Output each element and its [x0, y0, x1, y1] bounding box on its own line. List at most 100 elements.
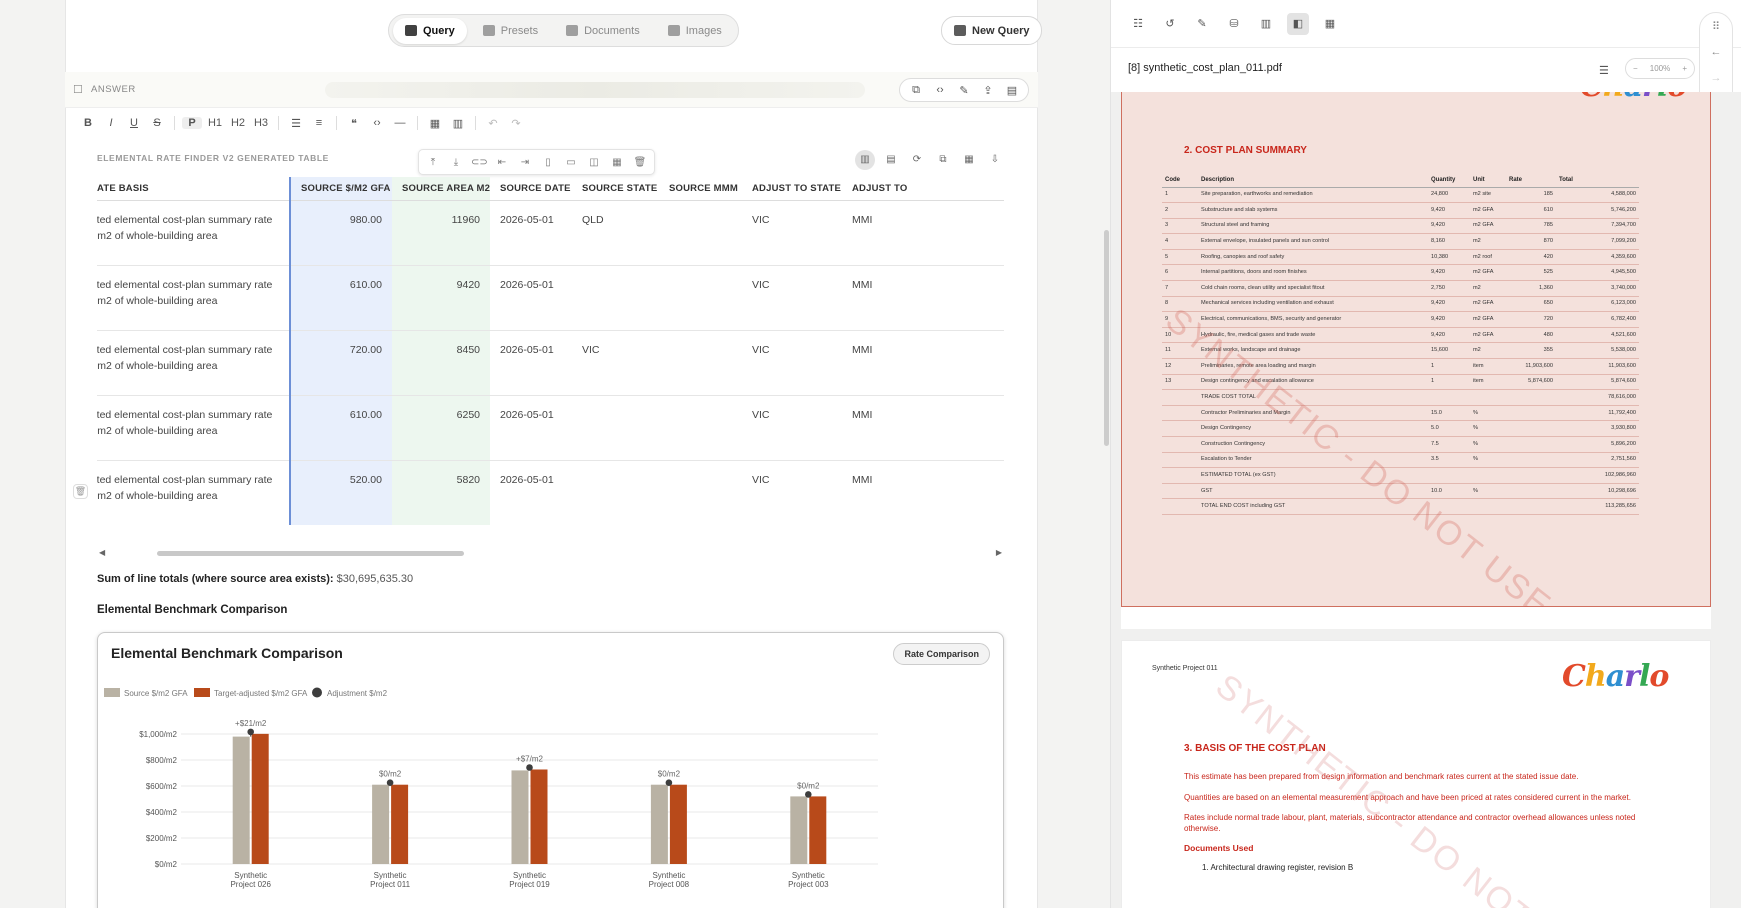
cell-adjust-to[interactable]: MMI — [842, 330, 1004, 396]
cell-source-area[interactable]: 9420 — [392, 265, 490, 331]
col-header-basis[interactable]: ATE BASIS — [97, 177, 290, 201]
undo-icon[interactable]: ↶ — [483, 117, 503, 130]
h3-button[interactable]: H3 — [251, 117, 271, 129]
link-icon[interactable]: ⊂⊃ — [471, 157, 488, 168]
cell-basis[interactable]: rinted elemental cost-plan summary rate e… — [97, 330, 290, 396]
cell-source-state[interactable] — [572, 265, 659, 331]
insert-row-below-icon[interactable]: ⤓ — [448, 157, 464, 168]
refresh-icon[interactable]: ⟳ — [907, 150, 927, 170]
h2-button[interactable]: H2 — [228, 117, 248, 129]
quote-icon[interactable]: ❝ — [344, 117, 364, 130]
col-header-source-date[interactable]: SOURCE DATE — [490, 177, 572, 201]
col-header-source-rate[interactable]: SOURCE $/M2 GFA — [289, 177, 392, 201]
cell-adjust-to[interactable]: MMI — [842, 200, 1004, 266]
insert-col-right-icon[interactable]: ⇥ — [517, 157, 533, 168]
cell-source-state[interactable]: VIC — [572, 330, 659, 396]
zoom-out-icon[interactable]: − — [1633, 64, 1638, 73]
delete-col-icon[interactable]: ▯ — [540, 157, 556, 168]
drag-handle-icon[interactable]: ⠿ — [1712, 20, 1720, 33]
cell-basis[interactable]: rinted elemental cost-plan summary rate e… — [97, 460, 290, 525]
redo-icon[interactable]: ↷ — [506, 117, 526, 130]
cell-source-area[interactable]: 6250 — [392, 395, 490, 461]
doc-icon[interactable]: ▤ — [1002, 84, 1022, 97]
scroll-right-icon[interactable]: ▶ — [996, 548, 1002, 557]
zoom-in-icon[interactable]: + — [1682, 64, 1687, 73]
table-icon[interactable]: ▦ — [425, 117, 445, 130]
duplicate-icon[interactable]: ⧉ — [933, 150, 953, 170]
export-icon[interactable]: ⇪ — [978, 84, 998, 97]
code-block-icon[interactable]: ‹› — [367, 117, 387, 129]
chart-icon[interactable]: ▥ — [448, 117, 468, 130]
sheet-icon[interactable]: ▤ — [881, 150, 901, 170]
edit-icon[interactable]: ✎ — [954, 84, 974, 97]
bar-chart-icon[interactable]: ▥ — [1255, 13, 1277, 35]
cell-source-date[interactable]: 2026-05-01 — [490, 395, 572, 461]
table-props-icon[interactable]: ▦ — [609, 157, 625, 168]
back-icon[interactable]: ← — [1711, 46, 1722, 58]
underline-button[interactable]: U — [124, 117, 144, 129]
cell-source-state[interactable] — [572, 460, 659, 525]
cell-source-mmm[interactable] — [659, 460, 742, 525]
cell-basis[interactable]: rinted elemental cost-plan summary rate e… — [97, 395, 290, 461]
cell-source-rate[interactable]: 610.00 — [289, 265, 392, 331]
bullet-list-icon[interactable]: ☰ — [286, 117, 306, 130]
cell-adjust-state[interactable]: VIC — [742, 200, 842, 266]
grid-icon[interactable]: ▦ — [959, 150, 979, 170]
history-icon[interactable]: ↺ — [1159, 13, 1181, 35]
cell-source-mmm[interactable] — [659, 395, 742, 461]
cell-source-date[interactable]: 2026-05-01 — [490, 330, 572, 396]
cell-source-state[interactable]: QLD — [572, 200, 659, 266]
copy-icon[interactable]: ⧉ — [906, 84, 926, 97]
col-header-adjust-to[interactable]: ADJUST TO — [842, 177, 1004, 201]
cell-source-date[interactable]: 2026-05-01 — [490, 265, 572, 331]
delete-table-icon[interactable]: 🗑 — [632, 157, 648, 168]
tab-query[interactable]: Query — [393, 17, 467, 44]
horizontal-rule-icon[interactable]: — — [390, 117, 410, 129]
cell-adjust-state[interactable]: VIC — [742, 460, 842, 525]
cell-source-date[interactable]: 2026-05-01 — [490, 460, 572, 525]
insert-col-left-icon[interactable]: ⇤ — [494, 157, 510, 168]
cell-basis[interactable]: rinted elemental cost-plan summary rate e… — [97, 265, 290, 331]
cell-source-area[interactable]: 11960 — [392, 200, 490, 266]
cell-source-rate[interactable]: 720.00 — [289, 330, 392, 396]
merge-cells-icon[interactable]: ▭ — [563, 157, 579, 168]
col-header-source-mmm[interactable]: SOURCE MMM — [659, 177, 742, 201]
download-icon[interactable]: ⇩ — [985, 150, 1005, 170]
strike-button[interactable]: S — [147, 117, 167, 129]
numbered-list-icon[interactable]: ≡ — [309, 117, 329, 129]
scroll-left-icon[interactable]: ◀ — [99, 548, 105, 557]
database-icon[interactable]: ⛁ — [1223, 13, 1245, 35]
cell-adjust-state[interactable]: VIC — [742, 265, 842, 331]
pdf-canvas[interactable]: Charlo 2. COST PLAN SUMMARY CodeDescript… — [1111, 92, 1741, 908]
split-view-icon[interactable]: ◧ — [1287, 12, 1309, 35]
delete-row-icon[interactable]: 🗑 — [73, 484, 88, 499]
cell-adjust-state[interactable]: VIC — [742, 330, 842, 396]
cell-source-mmm[interactable] — [659, 265, 742, 331]
cell-source-mmm[interactable] — [659, 330, 742, 396]
cell-source-rate[interactable]: 610.00 — [289, 395, 392, 461]
cell-adjust-to[interactable]: MMI — [842, 265, 1004, 331]
tab-images[interactable]: Images — [656, 18, 734, 44]
new-query-button[interactable]: New Query — [941, 16, 1043, 45]
left-vertical-scrollbar[interactable] — [1104, 230, 1109, 446]
cell-source-area[interactable]: 5820 — [392, 460, 490, 525]
bold-button[interactable]: B — [78, 117, 98, 129]
cell-basis[interactable]: rinted elemental cost-plan summary rate e… — [97, 200, 290, 266]
cell-adjust-state[interactable]: VIC — [742, 395, 842, 461]
apps-icon[interactable]: ▦ — [1319, 13, 1341, 35]
cell-source-date[interactable]: 2026-05-01 — [490, 200, 572, 266]
italic-button[interactable]: I — [101, 117, 121, 129]
text-layer-icon[interactable]: ☰ — [1599, 64, 1609, 77]
rate-comparison-button[interactable]: Rate Comparison — [893, 643, 990, 665]
col-header-source-area[interactable]: SOURCE AREA M2 — [392, 177, 490, 201]
code-icon[interactable]: ‹› — [930, 84, 950, 96]
pen-icon[interactable]: ✎ — [1191, 13, 1213, 35]
forward-icon[interactable]: → — [1711, 72, 1722, 84]
h1-button[interactable]: H1 — [205, 117, 225, 129]
sliders-icon[interactable]: ☷ — [1127, 13, 1149, 35]
table-view-icon[interactable]: ▥ — [855, 150, 875, 170]
cell-source-rate[interactable]: 980.00 — [289, 200, 392, 266]
cell-source-area[interactable]: 8450 — [392, 330, 490, 396]
tab-documents[interactable]: Documents — [554, 18, 652, 44]
cell-source-rate[interactable]: 520.00 — [289, 460, 392, 525]
